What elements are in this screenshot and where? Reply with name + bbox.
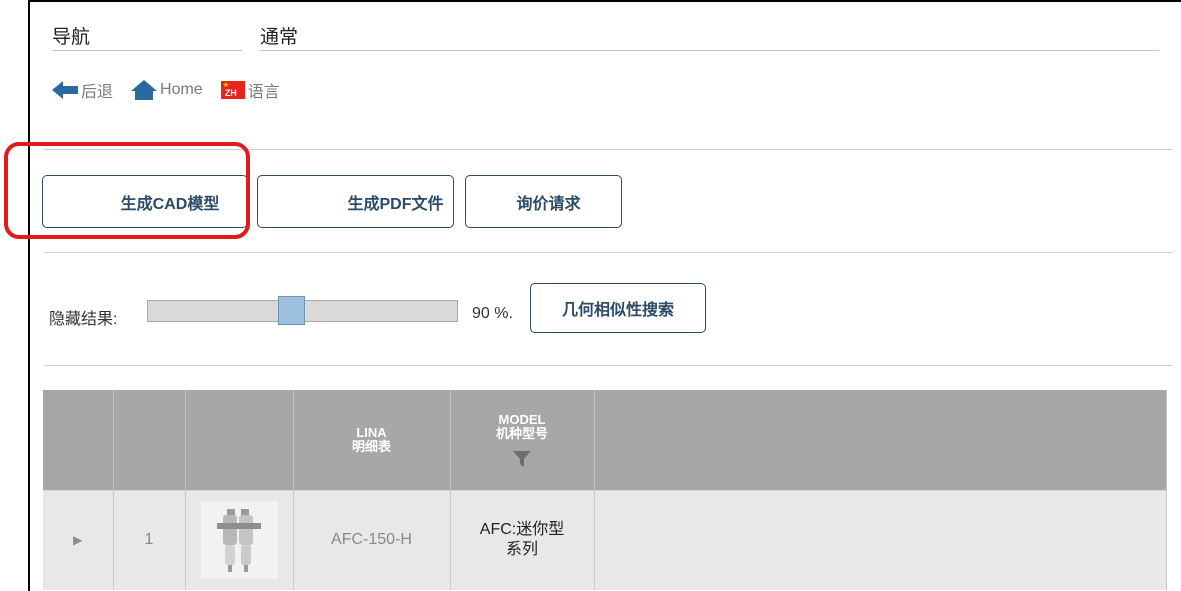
tab-navigation[interactable]: 导航 — [52, 22, 90, 49]
window-frame-top — [28, 0, 1181, 2]
row-model-line1: AFC:迷你型 — [479, 521, 565, 539]
generate-cad-label: 生成CAD模型 — [120, 195, 220, 213]
header-model: MODEL 机种型号 — [450, 390, 595, 490]
table-row[interactable]: ▶ 1 AFC-150-H AFC:迷你型 系列 — [43, 489, 1167, 590]
request-quote-label: 询价请求 — [516, 195, 581, 213]
results-table: LINA 明细表 MODEL 机种型号 ▶ 1 AFC-150-H AFC:迷你… — [43, 390, 1167, 590]
home-link[interactable]: Home — [131, 80, 203, 100]
window-frame-left — [28, 0, 30, 591]
request-quote-button[interactable]: 询价请求 — [465, 175, 622, 228]
divider — [44, 252, 1173, 253]
generate-pdf-label: 生成PDF文件 — [347, 195, 444, 213]
filter-icon[interactable] — [513, 450, 531, 467]
filter-regulator-image — [216, 509, 261, 573]
hide-results-label: 隐藏结果: — [49, 311, 118, 328]
row-expand-toggle[interactable]: ▶ — [43, 489, 114, 590]
tab-general[interactable]: 通常 — [260, 22, 298, 49]
home-label: Home — [160, 81, 203, 98]
generate-cad-button[interactable]: 生成CAD模型 — [42, 175, 248, 228]
back-link[interactable]: 后退 — [52, 78, 113, 102]
header-index — [113, 390, 186, 490]
china-flag-icon: ★ ZH — [220, 81, 245, 99]
generate-pdf-button[interactable]: 生成PDF文件 — [257, 175, 454, 228]
language-label: 语言 — [247, 84, 280, 101]
tab-underline-general — [259, 50, 1159, 51]
row-model: AFC:迷你型 系列 — [450, 489, 595, 590]
divider — [44, 365, 1173, 366]
header-image — [185, 390, 294, 490]
toolbar: 后退 Home ★ ZH 语言 — [52, 78, 298, 102]
table-header-row: LINA 明细表 MODEL 机种型号 — [43, 390, 1167, 490]
divider — [44, 149, 1173, 150]
row-filler — [594, 489, 1167, 590]
row-lina: AFC-150-H — [293, 489, 451, 590]
flag-code: ZH — [224, 88, 237, 98]
product-thumbnail[interactable] — [200, 501, 278, 580]
header-model-line1: MODEL — [498, 411, 546, 427]
back-arrow-icon — [52, 81, 78, 99]
expand-arrow-icon: ▶ — [73, 533, 83, 548]
language-link[interactable]: ★ ZH 语言 — [220, 78, 280, 102]
back-label: 后退 — [81, 84, 114, 101]
tab-bar: 导航 通常 — [52, 22, 1159, 52]
header-lina-line2: 明细表 — [351, 438, 391, 454]
header-expand — [43, 390, 114, 490]
geometric-search-button[interactable]: 几何相似性搜索 — [530, 283, 706, 333]
hide-results-value: 90 %. — [472, 305, 513, 322]
row-image-cell — [185, 489, 294, 590]
header-lina: LINA 明细表 — [293, 390, 451, 490]
row-index: 1 — [113, 489, 186, 590]
header-lina-line1: LINA — [356, 424, 387, 440]
header-model-line2: 机种型号 — [495, 425, 548, 441]
home-icon — [131, 80, 158, 100]
tab-underline-navigation — [52, 50, 242, 51]
header-filler — [594, 390, 1167, 490]
geometric-search-label: 几何相似性搜索 — [561, 302, 674, 319]
hide-results-slider-handle[interactable] — [277, 296, 305, 325]
row-model-line2: 系列 — [505, 541, 538, 559]
